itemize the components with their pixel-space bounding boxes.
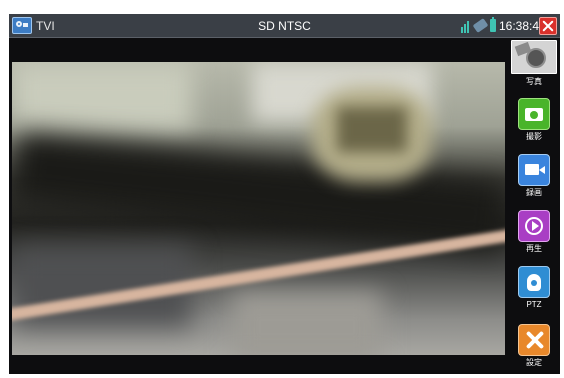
tester-screen: TVI SD NTSC 16:38:49 写真 撮影 録画 再生 PTZ 設定 (9, 14, 560, 374)
snapshot-label: 撮影 (526, 132, 542, 141)
close-button[interactable] (539, 17, 557, 35)
settings-button[interactable]: 設定 (510, 324, 558, 374)
video-region (337, 107, 407, 152)
playback-button[interactable]: 再生 (510, 210, 558, 262)
tools-icon (518, 324, 550, 356)
record-button[interactable]: 録画 (510, 154, 558, 206)
plug-icon (472, 18, 489, 33)
play-icon (518, 210, 550, 242)
action-sidebar: 写真 撮影 録画 再生 PTZ 設定 (510, 40, 558, 374)
video-region (12, 62, 192, 132)
playback-label: 再生 (526, 244, 542, 253)
video-mode-label: SD NTSC (258, 19, 311, 33)
ptz-button[interactable]: PTZ (510, 266, 558, 318)
photo-icon (511, 40, 557, 74)
video-camera-icon (518, 154, 550, 186)
record-label: 録画 (526, 188, 542, 197)
battery-icon (490, 17, 496, 32)
ptz-label: PTZ (526, 300, 542, 309)
settings-label: 設定 (526, 358, 542, 367)
camera-icon (518, 98, 550, 130)
status-bar: TVI SD NTSC 16:38:49 (9, 14, 560, 38)
photo-label: 写真 (526, 77, 542, 86)
video-preview[interactable] (12, 62, 505, 355)
snapshot-button[interactable]: 撮影 (510, 98, 558, 150)
photo-button[interactable]: 写真 (510, 40, 558, 92)
app-icon[interactable] (12, 17, 32, 34)
video-region (232, 292, 382, 355)
signal-icon (461, 19, 471, 33)
app-title: TVI (36, 19, 55, 33)
dome-camera-icon (518, 266, 550, 298)
